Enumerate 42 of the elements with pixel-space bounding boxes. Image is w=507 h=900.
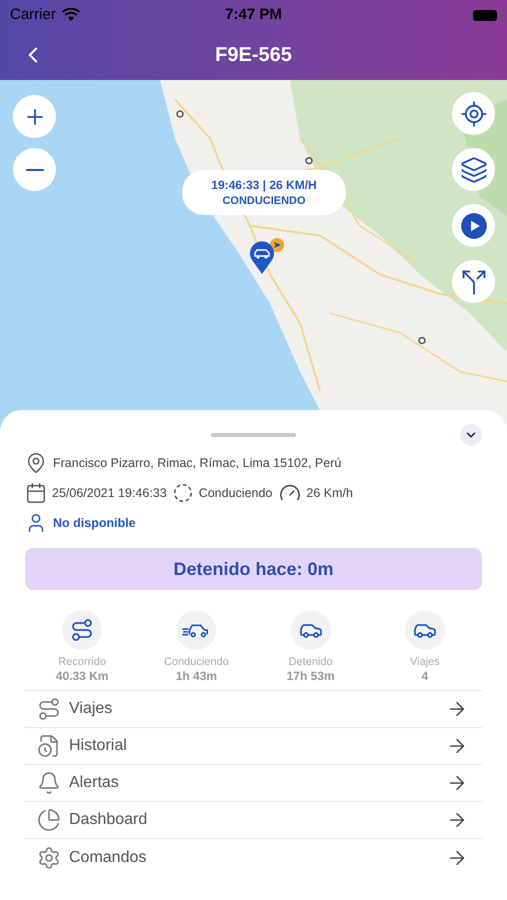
collapse-button[interactable] (460, 424, 482, 446)
state-text: Conduciendo (198, 484, 272, 502)
route-icon (70, 618, 94, 642)
speed-text: 26 Km/h (306, 484, 353, 502)
driver-text: No disponible (53, 514, 136, 532)
file-clock-icon (37, 734, 61, 758)
drag-handle[interactable] (211, 433, 296, 437)
bell-icon (37, 771, 61, 795)
directions-icon (460, 268, 488, 296)
menu-item[interactable]: Dashboard (25, 802, 482, 839)
status-time: 7:47 PM (225, 4, 282, 25)
address-text: Francisco Pizarro, Rimac, Rímac, Lima 15102, Perú (53, 454, 342, 472)
popup-time-speed: 19:46:33 | 26 KM/H (211, 176, 317, 192)
battery-icon (473, 10, 497, 20)
dashed-circle-icon (172, 482, 194, 504)
pie-chart-icon (37, 808, 61, 832)
carrier-label: Carrier (10, 4, 56, 25)
stopped-banner: Detenido hace: 0m (25, 548, 482, 590)
menu-item[interactable]: Comandos (25, 839, 482, 876)
locate-icon (460, 100, 488, 128)
stat-value: 1h 43m (176, 669, 218, 684)
play-icon (460, 212, 488, 240)
minus-icon (26, 168, 44, 170)
menu-item[interactable]: Alertas (25, 765, 482, 802)
nav-title: F9E-565 (215, 43, 292, 68)
wifi-icon (62, 8, 80, 22)
popup-status: CONDUCIENDO (222, 194, 306, 208)
route-icon (37, 697, 61, 721)
layers-icon (460, 156, 488, 184)
stat-value: 4 (422, 669, 428, 684)
stat-label: Viajes (410, 655, 440, 669)
stat-label: Detenido (288, 655, 333, 669)
menu-item[interactable]: Historial (25, 728, 482, 765)
calendar-icon (25, 482, 47, 504)
stat-value: 40.33 Km (56, 669, 108, 684)
stat-label: Conduciendo (164, 655, 229, 669)
menu-item[interactable]: Viajes (25, 691, 482, 728)
stat-value: 17h 53m (286, 669, 335, 684)
location-pin-icon (25, 452, 47, 474)
settings-icon (37, 846, 61, 870)
stat-label: Recorrido (58, 655, 106, 669)
date-text: 25/06/2021 19:46:33 (52, 484, 167, 502)
